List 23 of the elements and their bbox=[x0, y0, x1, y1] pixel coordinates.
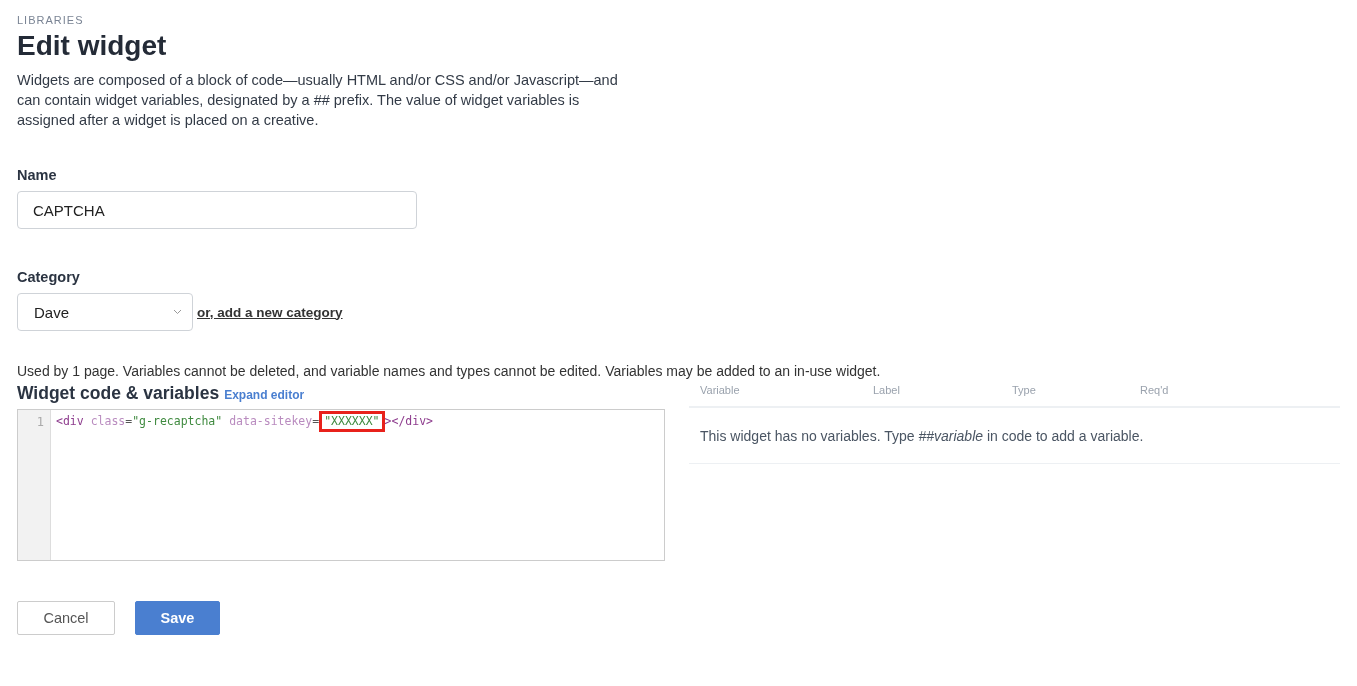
save-button[interactable]: Save bbox=[135, 601, 220, 635]
category-dropdown[interactable]: Dave bbox=[17, 293, 193, 331]
field-label: Name bbox=[17, 167, 58, 183]
page-title: Edit widget bbox=[17, 30, 168, 62]
add-category-link[interactable]: or, add a new category bbox=[197, 304, 343, 320]
line-number: 1 bbox=[35, 415, 45, 429]
column-header: Label bbox=[873, 384, 901, 396]
empty-message: This widget has no variables. Type ##variable in code to add a variable. bbox=[689, 408, 1340, 464]
field-label: Category bbox=[17, 269, 81, 285]
code-editor[interactable]: 1 <div class="g-recaptcha" data-sitekey= "XXXXXX" ></div> bbox=[17, 409, 665, 561]
highlight-box: "XXXXXX" bbox=[319, 411, 385, 432]
chevron-down-icon bbox=[173, 309, 182, 315]
intro-text: Widgets are composed of a block of code—usually HTML and/or CSS and/or Javascript—and can contain widget variables, designated by a ## prefix. The value of widget variables is assigned after a widget is placed on a creative. bbox=[17, 71, 619, 130]
section-heading: Widget code & variables bbox=[17, 383, 220, 404]
code-line: <div class="g-recaptcha" data-sitekey= "XXXXXX" ></div> bbox=[56, 410, 433, 432]
column-header: Type bbox=[1012, 384, 1037, 396]
column-header: Variable bbox=[700, 384, 741, 396]
breadcrumb: LIBRARIES bbox=[17, 14, 85, 26]
column-header: Req'd bbox=[1140, 384, 1169, 396]
usage-note: Used by 1 page. Variables cannot be deleted, and variable names and types cannot be edited. Variables may be added to an in-use widget. bbox=[17, 363, 882, 379]
cancel-button[interactable]: Cancel bbox=[17, 601, 115, 635]
name-input-field[interactable]: CAPTCHA bbox=[17, 191, 417, 229]
expand-editor-link[interactable]: Expand editor bbox=[224, 388, 305, 402]
